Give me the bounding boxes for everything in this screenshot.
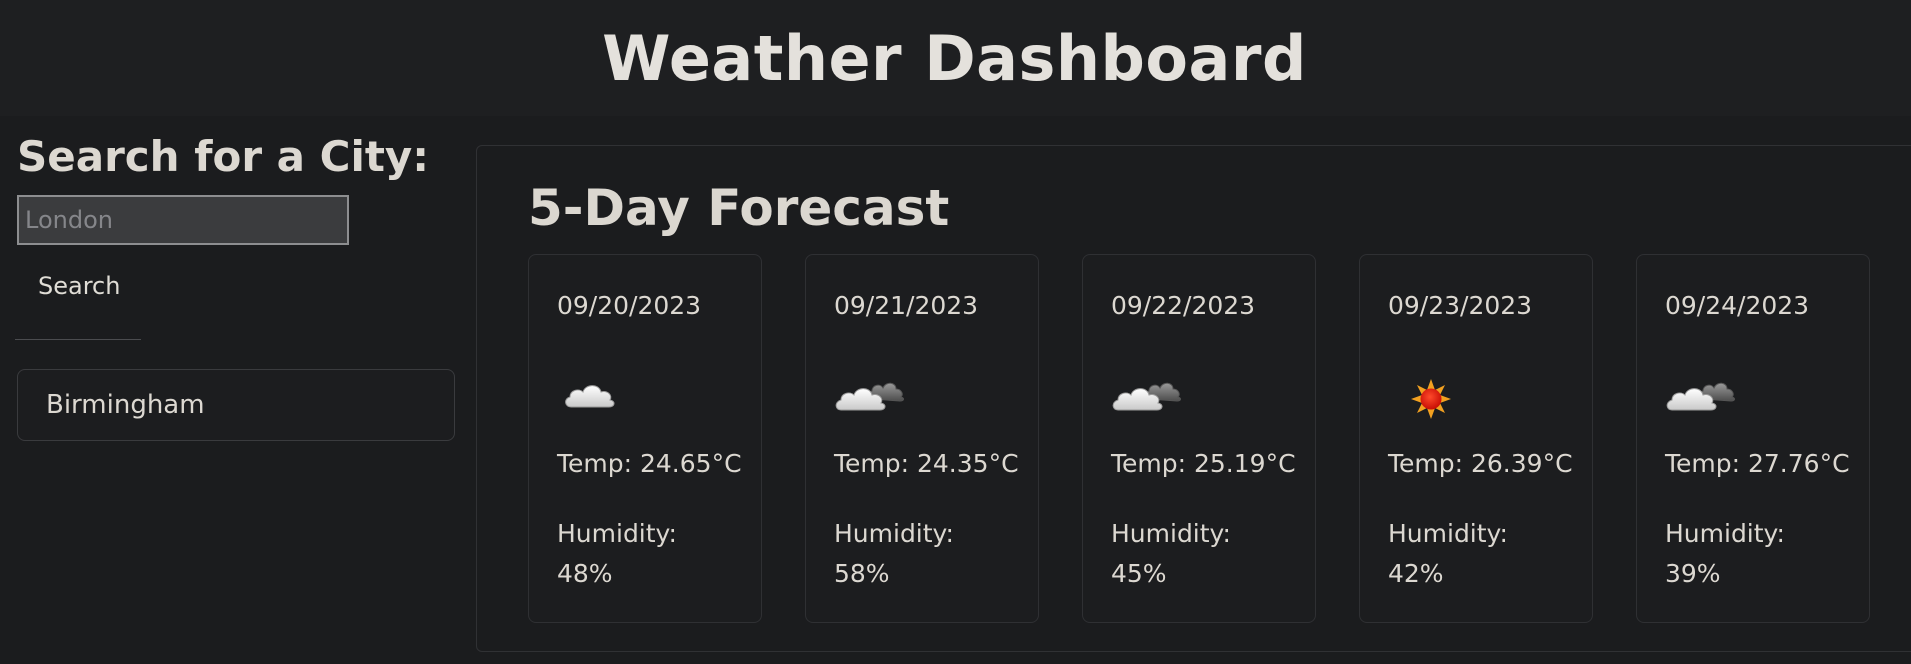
humidity-value: 42% — [1388, 559, 1444, 588]
page-title: Weather Dashboard — [602, 21, 1307, 95]
humidity-label: Humidity: — [1111, 519, 1231, 548]
humidity-label: Humidity: — [557, 519, 677, 548]
forecast-temp: Temp: 24.65°C — [557, 449, 742, 478]
search-title: Search for a City: — [17, 132, 430, 181]
humidity-label: Humidity: — [834, 519, 954, 548]
history-city-button[interactable]: Birmingham — [17, 369, 455, 441]
forecast-panel: 5-Day Forecast 09/20/2023 Temp: 24.65°C … — [476, 145, 1911, 652]
broken-clouds-icon — [1111, 363, 1195, 423]
forecast-card: 09/20/2023 Temp: 24.65°C Humidity: 48% — [528, 254, 762, 623]
forecast-date: 09/22/2023 — [1111, 291, 1256, 320]
forecast-date: 09/21/2023 — [834, 291, 979, 320]
forecast-temp: Temp: 24.35°C — [834, 449, 1019, 478]
humidity-value: 45% — [1111, 559, 1167, 588]
forecast-date: 09/24/2023 — [1665, 291, 1810, 320]
forecast-card: 09/22/2023 Temp: 25.19°C Humidity: 45% — [1082, 254, 1316, 623]
humidity-value: 58% — [834, 559, 890, 588]
forecast-card: 09/24/2023 Temp: 27.76°C Humidity: 39% — [1636, 254, 1870, 623]
forecast-temp: Temp: 25.19°C — [1111, 449, 1296, 478]
humidity-label: Humidity: — [1665, 519, 1785, 548]
sun-icon — [1388, 363, 1472, 423]
city-search-input[interactable] — [17, 195, 349, 245]
humidity-label: Humidity: — [1388, 519, 1508, 548]
cloud-icon — [557, 363, 641, 423]
sidebar-divider — [15, 339, 141, 340]
humidity-value: 48% — [557, 559, 613, 588]
search-button[interactable]: Search — [22, 260, 136, 312]
forecast-temp: Temp: 27.76°C — [1665, 449, 1850, 478]
forecast-title: 5-Day Forecast — [528, 179, 950, 237]
forecast-temp: Temp: 26.39°C — [1388, 449, 1573, 478]
humidity-value: 39% — [1665, 559, 1721, 588]
forecast-date: 09/23/2023 — [1388, 291, 1533, 320]
broken-clouds-icon — [1665, 363, 1749, 423]
page-header: Weather Dashboard — [0, 0, 1911, 116]
broken-clouds-icon — [834, 363, 918, 423]
sidebar: Search for a City: Search Birmingham — [0, 116, 460, 664]
forecast-card: 09/23/2023 Temp: 26.39°C Humidity: 42% — [1359, 254, 1593, 623]
forecast-date: 09/20/2023 — [557, 291, 702, 320]
forecast-card: 09/21/2023 Temp: 24.35°C Humidity: 58% — [805, 254, 1039, 623]
